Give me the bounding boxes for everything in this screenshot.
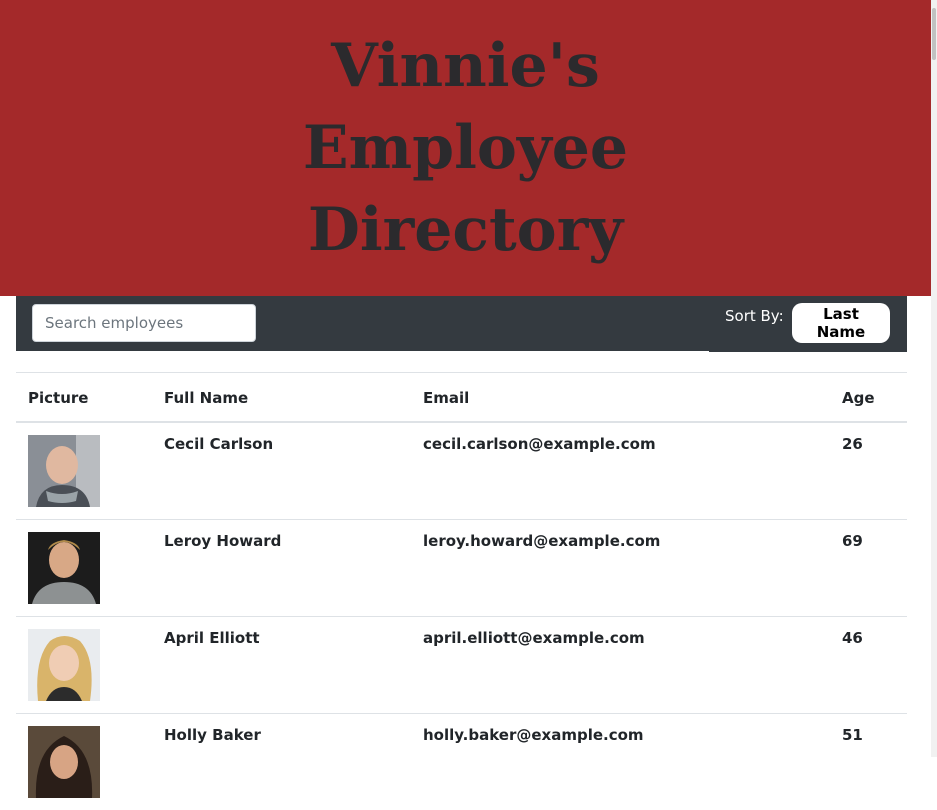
sort-label: Sort By: xyxy=(725,307,784,325)
scrollbar[interactable] xyxy=(931,0,937,757)
search-input[interactable] xyxy=(32,304,256,342)
employee-name: Leroy Howard xyxy=(152,520,411,617)
picture-cell xyxy=(16,422,152,520)
table-row: April Elliott april.elliott@example.com … xyxy=(16,617,907,714)
sort-last-name-button[interactable]: Last Name xyxy=(792,303,890,343)
toolbar: Sort By: Last Name xyxy=(16,296,907,352)
employee-name: Cecil Carlson xyxy=(152,422,411,520)
employee-name: Holly Baker xyxy=(152,714,411,810)
employee-email: cecil.carlson@example.com xyxy=(411,422,830,520)
scrollbar-thumb[interactable] xyxy=(932,8,936,60)
table-row: Leroy Howard leroy.howard@example.com 69 xyxy=(16,520,907,617)
employee-email: leroy.howard@example.com xyxy=(411,520,830,617)
page-header: Vinnie's Employee Directory xyxy=(0,0,931,296)
picture-cell xyxy=(16,520,152,617)
toolbar-divider xyxy=(16,351,709,352)
employee-age: 26 xyxy=(830,422,907,520)
employee-photo xyxy=(28,629,100,701)
employee-photo xyxy=(28,435,100,507)
column-header-age: Age xyxy=(830,373,907,423)
employee-table: Picture Full Name Email Age Cecil Carlso… xyxy=(16,372,907,810)
table-row: Cecil Carlson cecil.carlson@example.com … xyxy=(16,422,907,520)
column-header-email: Email xyxy=(411,373,830,423)
picture-cell xyxy=(16,714,152,810)
column-header-full-name: Full Name xyxy=(152,373,411,423)
table-header-row: Picture Full Name Email Age xyxy=(16,373,907,423)
employee-age: 51 xyxy=(830,714,907,810)
employee-photo xyxy=(28,726,100,798)
employee-age: 46 xyxy=(830,617,907,714)
employee-photo xyxy=(28,532,100,604)
column-header-picture: Picture xyxy=(16,373,152,423)
table-row: Holly Baker holly.baker@example.com 51 xyxy=(16,714,907,810)
page-title: Vinnie's Employee Directory xyxy=(186,25,746,271)
employee-email: holly.baker@example.com xyxy=(411,714,830,810)
employee-name: April Elliott xyxy=(152,617,411,714)
employee-email: april.elliott@example.com xyxy=(411,617,830,714)
employee-age: 69 xyxy=(830,520,907,617)
picture-cell xyxy=(16,617,152,714)
